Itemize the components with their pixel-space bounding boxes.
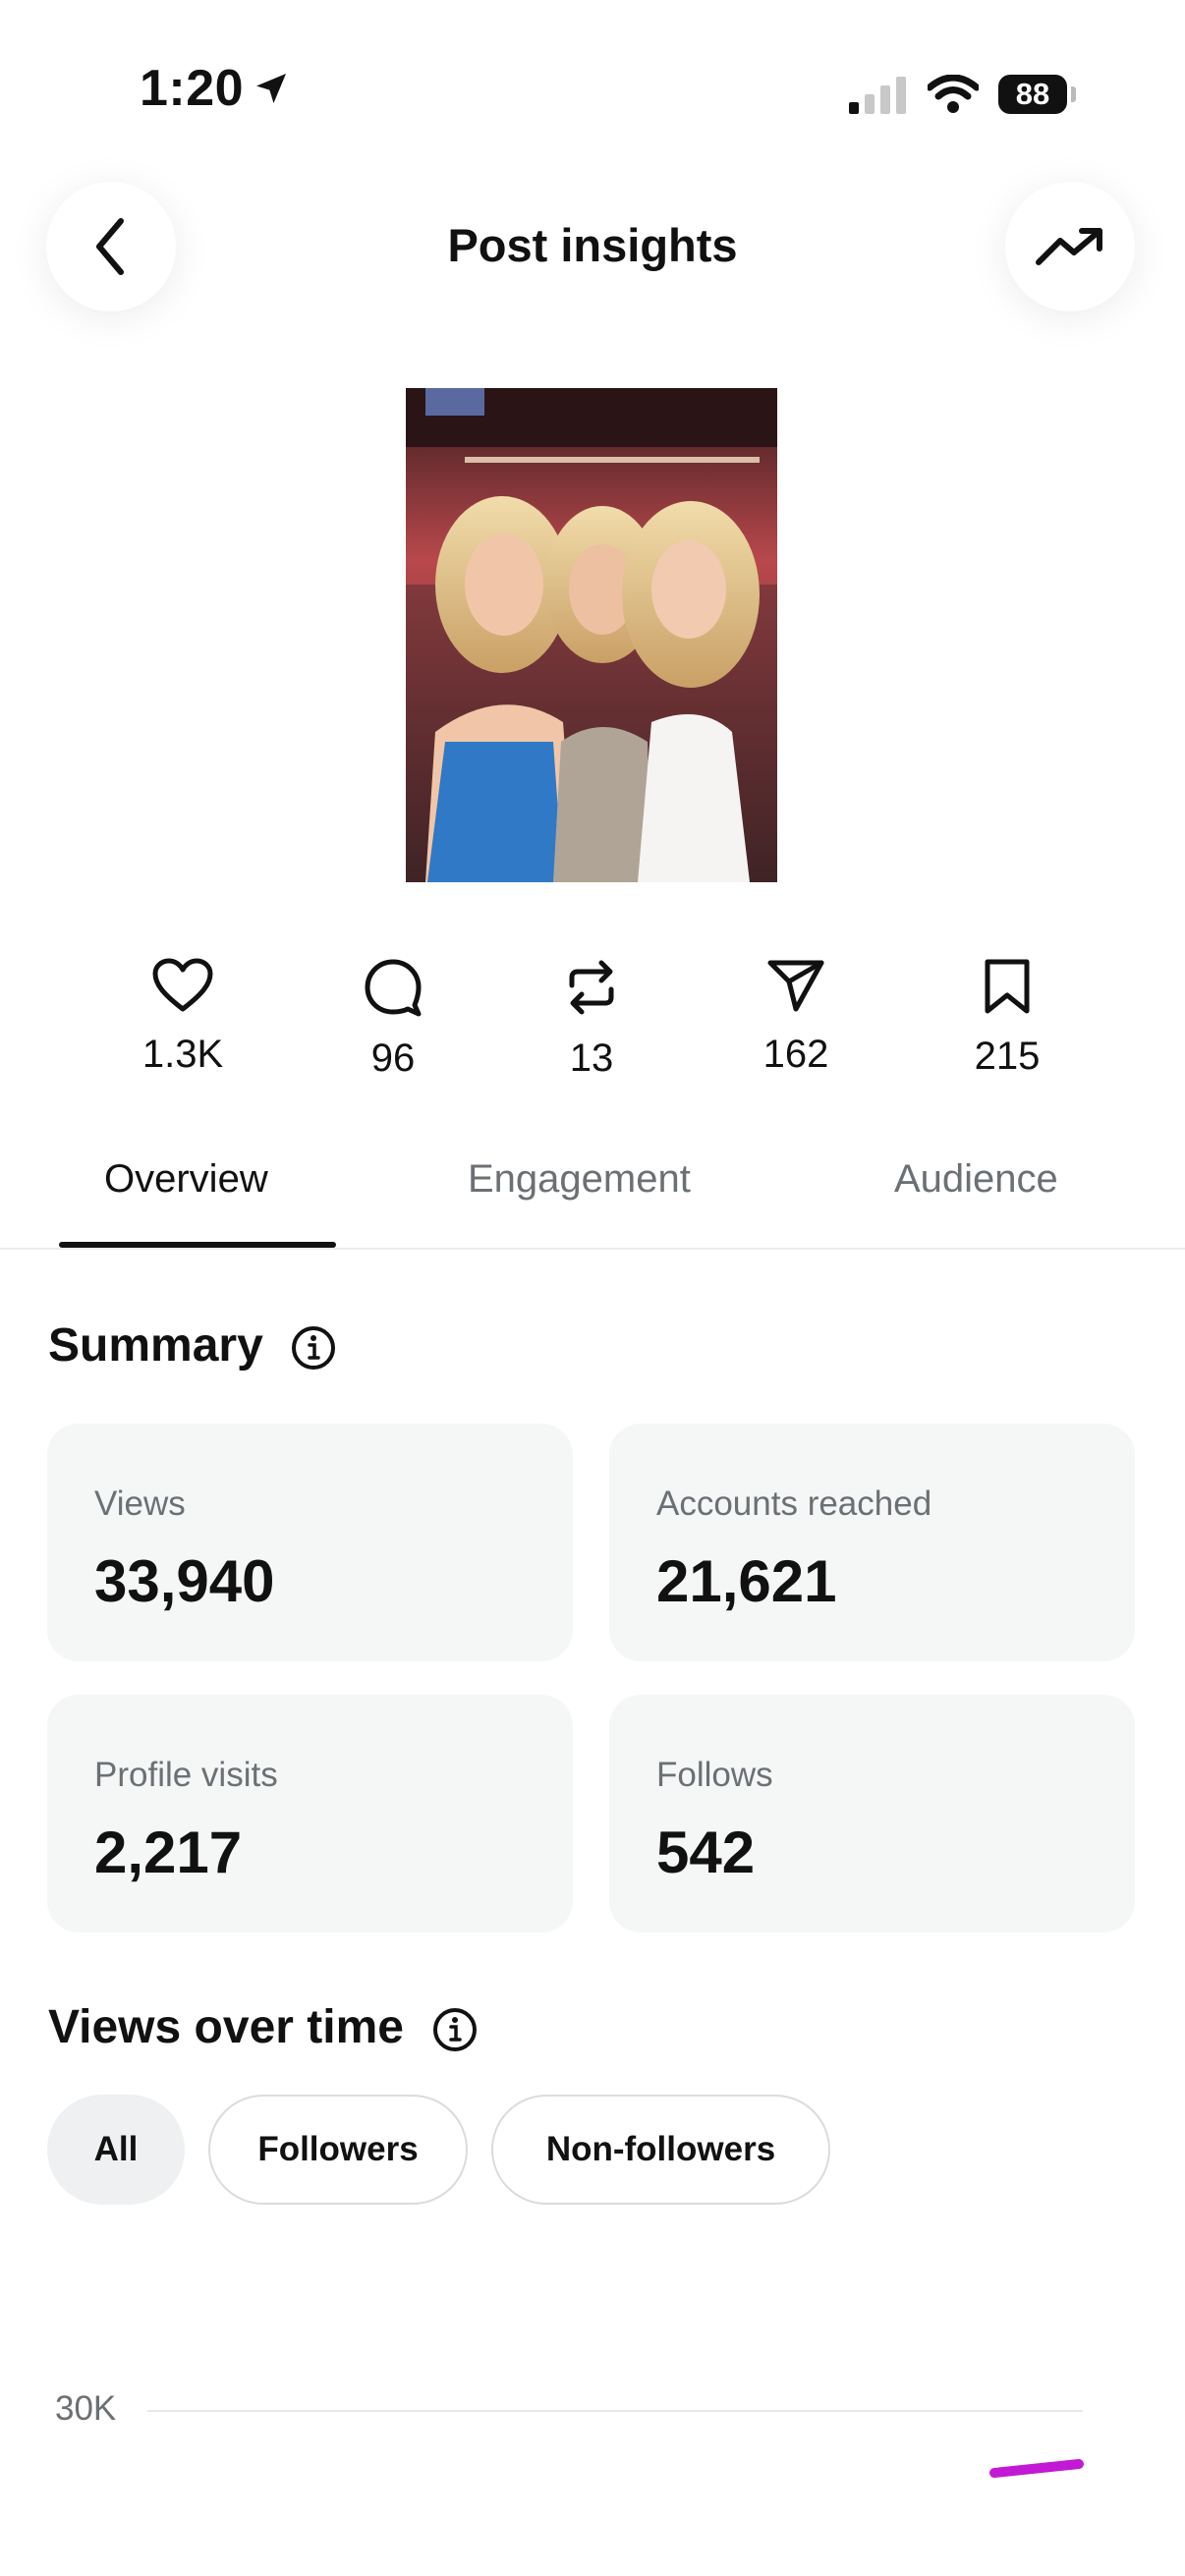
views-over-time-title: Views over time <box>48 2001 404 2053</box>
heart-icon <box>152 958 213 1012</box>
reposts-stat[interactable]: 13 <box>493 958 690 1081</box>
comment-icon <box>365 959 422 1017</box>
saves-stat[interactable]: 215 <box>909 958 1105 1079</box>
accounts-reached-card: Accounts reached 21,621 <box>609 1424 1135 1661</box>
battery-tip <box>1071 86 1076 102</box>
battery-indicator: 88 <box>998 75 1067 114</box>
tab-overview[interactable]: Overview <box>104 1157 268 1202</box>
filter-non-followers-chip[interactable]: Non-followers <box>491 2095 830 2205</box>
shares-count: 162 <box>762 1033 829 1076</box>
views-over-time-info-icon[interactable] <box>432 2007 478 2052</box>
post-photo-illustration <box>406 388 777 882</box>
summary-title: Summary <box>48 1319 263 1372</box>
summary-info-icon[interactable] <box>291 1325 336 1371</box>
profile-visits-value: 2,217 <box>94 1820 243 1885</box>
comments-count: 96 <box>370 1036 416 1080</box>
status-time: 1:20 <box>140 60 245 117</box>
profile-visits-label: Profile visits <box>94 1756 278 1794</box>
trends-button[interactable] <box>1005 182 1135 311</box>
saves-count: 215 <box>974 1035 1041 1078</box>
views-card: Views 33,940 <box>47 1424 573 1661</box>
accounts-reached-value: 21,621 <box>656 1548 837 1614</box>
location-arrow-icon <box>256 74 286 103</box>
views-label: Views <box>94 1484 186 1523</box>
wifi-icon <box>928 75 979 113</box>
shares-stat[interactable]: 162 <box>698 958 894 1077</box>
share-icon <box>767 960 824 1012</box>
bookmark-icon <box>985 959 1030 1014</box>
reposts-count: 13 <box>569 1036 614 1080</box>
trending-up-icon <box>1036 228 1102 265</box>
follows-card: Follows 542 <box>609 1695 1135 1932</box>
profile-visits-card: Profile visits 2,217 <box>47 1695 573 1932</box>
filter-followers-chip[interactable]: Followers <box>208 2095 468 2205</box>
likes-count: 1.3K <box>141 1033 224 1076</box>
post-image[interactable] <box>406 388 777 882</box>
repost-icon <box>569 960 614 1015</box>
filter-all-chip[interactable]: All <box>47 2095 185 2205</box>
tabs-divider <box>0 1248 1185 1250</box>
cellular-signal-icon <box>849 77 906 114</box>
follows-label: Follows <box>656 1756 773 1794</box>
comments-stat[interactable]: 96 <box>295 958 491 1081</box>
likes-stat[interactable]: 1.3K <box>85 958 281 1077</box>
views-value: 33,940 <box>94 1548 275 1614</box>
views-line-chart <box>989 2459 1084 2478</box>
tab-engagement[interactable]: Engagement <box>468 1157 691 1202</box>
accounts-reached-label: Accounts reached <box>656 1484 932 1523</box>
views-series-line <box>989 2459 1084 2478</box>
tab-audience[interactable]: Audience <box>894 1157 1058 1202</box>
follows-value: 542 <box>656 1820 756 1885</box>
